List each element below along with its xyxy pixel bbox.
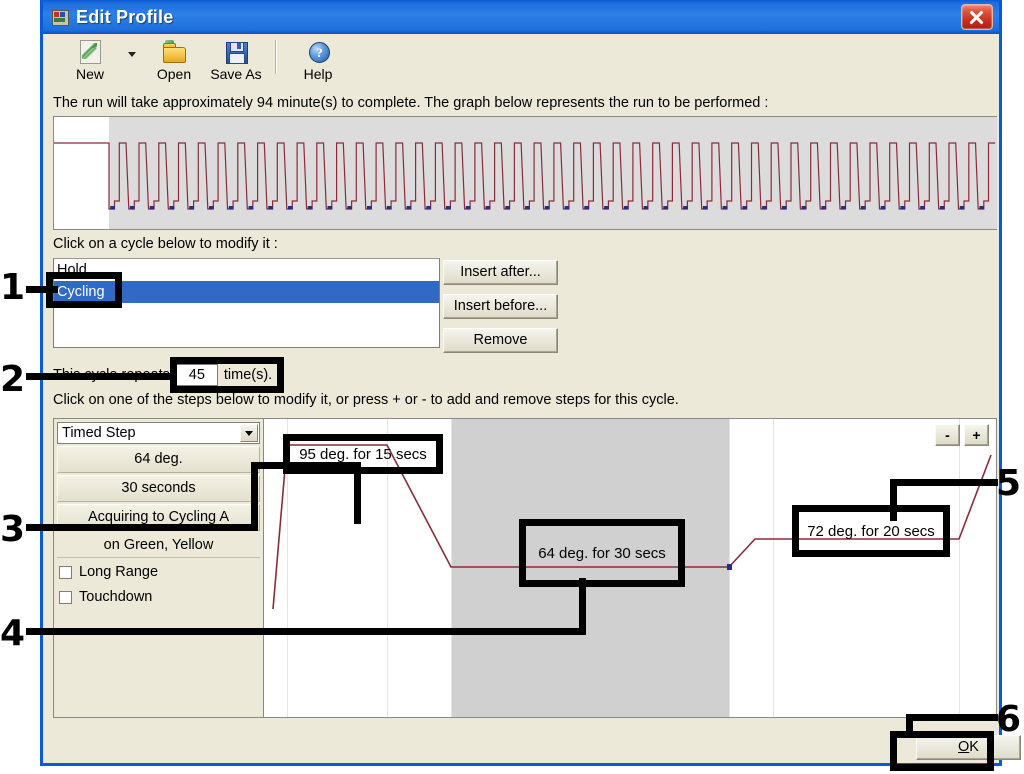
step-duration-button[interactable]: 30 seconds	[57, 475, 260, 502]
save-as-button[interactable]: Save As	[205, 34, 267, 86]
remove-button[interactable]: Remove	[443, 328, 558, 353]
run-info-text: The run will take approximately 94 minut…	[53, 95, 769, 111]
cycle-list[interactable]: Hold Cycling	[53, 258, 440, 348]
title-bar: Edit Profile	[43, 0, 999, 34]
annotation-number-4: 4	[0, 613, 26, 654]
cycle-item-hold[interactable]: Hold	[54, 259, 439, 281]
open-folder-icon	[161, 39, 187, 65]
annotation-number-1: 1	[0, 267, 26, 308]
help-question-icon: ?	[305, 39, 331, 65]
step-type-value: Timed Step	[62, 425, 136, 441]
add-step-button[interactable]: +	[964, 424, 989, 446]
overview-trace	[54, 142, 996, 210]
repeats-prefix-label: This cycle repeats	[53, 367, 170, 383]
window-title: Edit Profile	[76, 6, 174, 27]
profile-icon	[51, 8, 69, 26]
help-button[interactable]: ? Help	[287, 34, 349, 86]
long-range-label: Long Range	[79, 564, 159, 580]
steps-hint-text: Click on one of the steps below to modif…	[53, 392, 679, 408]
chevron-down-icon	[128, 52, 136, 57]
touchdown-label: Touchdown	[79, 589, 153, 605]
annotation-number-3: 3	[0, 509, 26, 550]
insert-before-button[interactable]: Insert before...	[443, 294, 558, 319]
touchdown-checkbox[interactable]	[59, 590, 72, 604]
step-editor-panel: Timed Step 64 deg. 30 seconds Acquiring …	[53, 418, 997, 718]
step-profile-graph: - +	[265, 419, 996, 717]
step-channels-label: on Green, Yellow	[57, 533, 260, 558]
help-button-label: Help	[303, 66, 333, 82]
step-temperature-button[interactable]: 64 deg.	[57, 446, 260, 473]
step-type-select[interactable]: Timed Step	[57, 422, 260, 444]
new-profile-icon	[77, 39, 103, 65]
toolbar-separator	[275, 40, 277, 74]
save-as-button-label: Save As	[210, 66, 262, 82]
new-button-label: New	[75, 66, 104, 82]
repeats-suffix-label: time(s).	[223, 367, 273, 383]
open-button-label: Open	[156, 66, 192, 82]
step-acquiring-button[interactable]: Acquiring to Cycling A	[57, 504, 260, 531]
open-button[interactable]: Open	[143, 34, 205, 86]
run-overview-graph	[53, 116, 997, 230]
toolbar: New Open Save As ? Help	[43, 34, 999, 92]
save-floppy-icon	[223, 39, 249, 65]
insert-after-button[interactable]: Insert after...	[443, 260, 558, 285]
close-icon[interactable]	[961, 4, 993, 30]
chevron-down-icon[interactable]	[240, 424, 258, 442]
cycle-item-cycling[interactable]: Cycling	[54, 281, 439, 303]
annotation-number-2: 2	[0, 359, 26, 400]
repeats-input[interactable]: 45	[175, 364, 218, 386]
long-range-checkbox-row[interactable]: Long Range	[57, 561, 260, 583]
new-dropdown-button[interactable]	[121, 34, 143, 86]
edit-profile-window: Edit Profile New Open Save As ? Help The…	[40, 0, 1021, 766]
touchdown-checkbox-row[interactable]: Touchdown	[57, 586, 260, 608]
step-temperature-trace	[272, 444, 992, 610]
cycle-list-label: Click on a cycle below to modify it :	[53, 236, 278, 252]
cycle-repeats-row: This cycle repeats 45 time(s).	[53, 364, 272, 386]
long-range-checkbox[interactable]	[59, 565, 72, 579]
ok-button[interactable]: OK	[916, 735, 1021, 760]
new-button[interactable]: New	[59, 34, 121, 86]
step-details-pane: Timed Step 64 deg. 30 seconds Acquiring …	[54, 419, 264, 717]
remove-step-button[interactable]: -	[935, 424, 960, 446]
